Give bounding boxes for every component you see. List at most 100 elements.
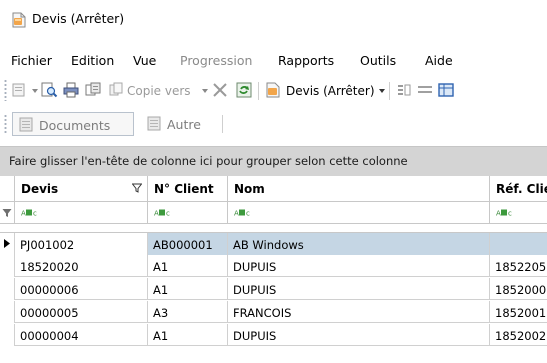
refresh-icon[interactable]	[235, 81, 253, 99]
svg-text:c: c	[33, 210, 37, 217]
status-dropdown-arrow[interactable]	[379, 89, 385, 93]
cell-nom[interactable]: DUPUIS	[228, 324, 490, 346]
toolbar-grip[interactable]	[4, 114, 7, 134]
cell-devis-text: 00000006	[20, 283, 79, 297]
status-icon[interactable]	[264, 81, 282, 99]
cell-nom-text: FRANCOIS	[233, 306, 292, 320]
cell-devis[interactable]: 00000006	[15, 278, 148, 300]
cell-client-text: A1	[153, 260, 169, 274]
copy-to-dropdown-arrow[interactable]	[202, 89, 208, 93]
row-indicator	[0, 324, 15, 346]
cell-devis[interactable]: 18520020	[15, 255, 148, 277]
cell-nom-text: AB Windows	[233, 238, 304, 252]
table-row[interactable]: 18520020 A1 DUPUIS 1852205	[0, 255, 547, 277]
column-header-devis-label: Devis	[21, 182, 59, 196]
columns-icon[interactable]	[395, 81, 413, 99]
document-tabs-bar: Documents Autre	[0, 110, 547, 138]
cell-client[interactable]: A3	[148, 301, 228, 323]
print-icon[interactable]	[62, 81, 80, 99]
copy-to-button[interactable]: Copie vers	[127, 84, 191, 98]
svg-text:c: c	[166, 210, 170, 217]
table-row[interactable]: 00000005 A3 FRANCOIS 1852001	[0, 301, 547, 323]
cell-ref-client[interactable]: 1852000	[490, 278, 547, 300]
cell-devis-text: 00000005	[20, 306, 79, 320]
tab-autre[interactable]: Autre	[141, 112, 219, 136]
filter-row-icon	[2, 209, 12, 217]
tab-documents[interactable]: Documents	[12, 112, 134, 136]
cell-client[interactable]: A1	[148, 324, 228, 346]
copy-icon[interactable]	[107, 81, 125, 99]
cell-devis[interactable]: PJ001002	[15, 233, 148, 255]
table-row[interactable]: PJ001002 AB000001 AB Windows	[0, 232, 547, 255]
cell-ref-client[interactable]: 1852002	[490, 324, 547, 346]
text-filter-icon: A c	[234, 209, 250, 216]
text-filter-icon: A c	[21, 209, 37, 216]
delete-icon[interactable]	[211, 81, 229, 99]
table-row[interactable]: 00000006 A1 DUPUIS 1852000	[0, 278, 547, 300]
filter-rows-icon[interactable]	[416, 81, 434, 99]
menu-fichier[interactable]: Fichier	[11, 53, 52, 68]
cell-client[interactable]: AB000001	[148, 233, 228, 255]
menu-vue[interactable]: Vue	[133, 53, 156, 68]
preview-icon[interactable]	[40, 81, 58, 99]
cell-client-text: AB000001	[153, 238, 213, 252]
cell-nom[interactable]: DUPUIS	[228, 255, 490, 277]
menu-edition[interactable]: Edition	[71, 53, 114, 68]
cell-nom-text: DUPUIS	[233, 329, 277, 343]
cell-nom[interactable]: FRANCOIS	[228, 301, 490, 323]
filter-cell-client[interactable]: A c	[148, 202, 228, 224]
svg-text:c: c	[508, 210, 512, 217]
print-setup-icon[interactable]	[84, 81, 102, 99]
cell-client-text: A1	[153, 283, 169, 297]
column-header-ref-client-label: Réf. Clie	[496, 182, 547, 196]
cell-client-text: A1	[153, 329, 169, 343]
cell-devis[interactable]: 00000004	[15, 324, 148, 346]
toolbar-separator	[258, 82, 259, 100]
filter-cell-nom[interactable]: A c	[228, 202, 490, 224]
menu-progression[interactable]: Progression	[180, 53, 252, 68]
current-row-indicator	[0, 233, 15, 255]
cell-ref-client[interactable]	[490, 233, 547, 255]
new-dropdown-arrow[interactable]	[32, 89, 38, 93]
status-button[interactable]: Devis (Arrêter)	[286, 84, 375, 98]
table-row[interactable]: 00000004 A1 DUPUIS 1852002	[0, 324, 547, 346]
cell-devis-text: 00000004	[20, 329, 79, 343]
cell-client-text: A3	[153, 306, 169, 320]
cell-devis[interactable]: 00000005	[15, 301, 148, 323]
column-header-nom[interactable]: Nom	[228, 176, 490, 202]
filter-cell-ref-client[interactable]: A c	[490, 202, 547, 224]
column-header-devis[interactable]: Devis	[15, 176, 148, 202]
menu-rapports[interactable]: Rapports	[278, 53, 334, 68]
cell-client[interactable]: A1	[148, 255, 228, 277]
menu-bar: Fichier Edition Vue Progression Rapports…	[0, 48, 547, 70]
svg-text:c: c	[246, 210, 250, 217]
filter-cell-devis[interactable]: A c	[15, 202, 148, 224]
grid-icon[interactable]	[437, 81, 455, 99]
column-header-nom-label: Nom	[234, 182, 265, 196]
triangle-right-icon	[4, 239, 10, 248]
cell-client[interactable]: A1	[148, 278, 228, 300]
toolbar-separator	[222, 115, 223, 133]
cell-nom[interactable]: AB Windows	[228, 233, 490, 255]
cell-nom-text: DUPUIS	[233, 283, 277, 297]
group-by-panel[interactable]: Faire glisser l'en-tête de colonne ici p…	[0, 146, 547, 176]
cell-ref-client-text: 1852001	[495, 306, 547, 320]
cell-devis-text: PJ001002	[20, 238, 75, 252]
cell-nom-text: DUPUIS	[233, 260, 277, 274]
cell-devis-text: 18520020	[20, 260, 79, 274]
text-filter-icon: A c	[496, 209, 512, 216]
toolbar-grip[interactable]	[4, 79, 7, 101]
column-header-ref-client[interactable]: Réf. Clie	[490, 176, 547, 202]
column-header-client[interactable]: N° Client	[148, 176, 228, 202]
menu-aide[interactable]: Aide	[425, 53, 453, 68]
filter-icon[interactable]	[132, 183, 142, 193]
devis-window: Devis (Arrêter) Fichier Edition Vue Prog…	[0, 0, 547, 363]
column-header-client-label: N° Client	[154, 182, 214, 196]
cell-ref-client-text: 1852205	[495, 260, 547, 274]
cell-nom[interactable]: DUPUIS	[228, 278, 490, 300]
svg-text:A: A	[154, 210, 159, 217]
menu-outils[interactable]: Outils	[360, 53, 396, 68]
cell-ref-client[interactable]: 1852001	[490, 301, 547, 323]
new-icon[interactable]	[10, 81, 28, 99]
cell-ref-client[interactable]: 1852205	[490, 255, 547, 277]
